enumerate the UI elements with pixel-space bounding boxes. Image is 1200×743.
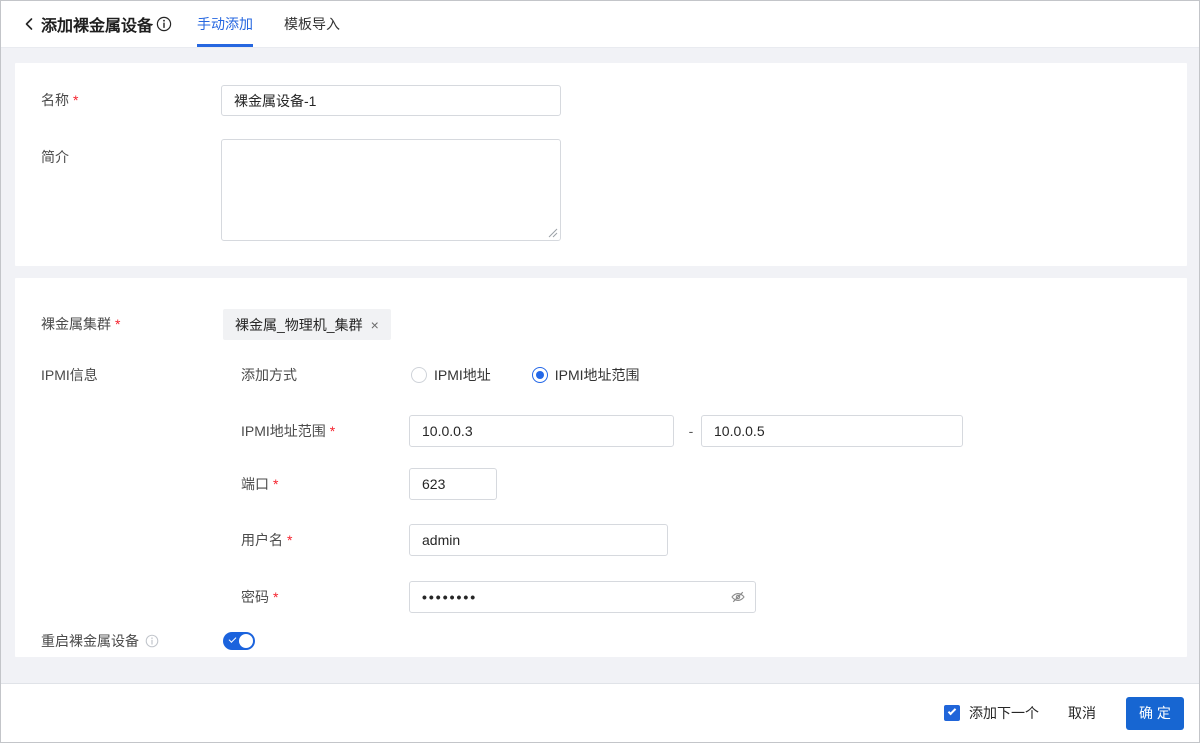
password-field-wrap xyxy=(409,581,756,613)
ipmi-range-start-input[interactable] xyxy=(409,415,674,447)
add-method-label: 添加方式 xyxy=(241,367,297,383)
tab-manual-add-label: 手动添加 xyxy=(197,16,253,32)
cluster-tag-label: 裸金属_物理机_集群 xyxy=(235,316,363,333)
add-next-checkbox-group[interactable]: 添加下一个 xyxy=(944,703,1039,723)
action-footer: 添加下一个 取消 确 定 xyxy=(1,683,1199,742)
tab-manual-add[interactable]: 手动添加 xyxy=(197,1,253,47)
radio-selected-icon xyxy=(531,367,548,383)
range-separator: - xyxy=(688,423,694,439)
toggle-knob xyxy=(239,634,253,648)
required-asterisk: * xyxy=(287,532,293,548)
ipmi-range-label: IPMI地址范围 * xyxy=(241,423,336,439)
info-circle-icon[interactable] xyxy=(156,16,172,32)
cluster-label: 裸金属集群 * xyxy=(41,316,121,332)
required-asterisk: * xyxy=(273,476,279,492)
radio-ipmi-address-label: IPMI地址 xyxy=(434,367,491,383)
port-input[interactable] xyxy=(409,468,497,500)
add-bare-metal-device-page: 添加裸金属设备 手动添加 模板导入 名称* 简介 xyxy=(0,0,1200,743)
required-asterisk: * xyxy=(73,92,79,108)
radio-ipmi-address-range[interactable]: IPMI地址范围 xyxy=(531,365,640,385)
back-button[interactable] xyxy=(19,14,39,34)
password-input[interactable] xyxy=(409,581,756,613)
checkbox-checked-icon[interactable] xyxy=(944,705,960,721)
cluster-tag: 裸金属_物理机_集群 × xyxy=(223,309,391,340)
radio-ipmi-address[interactable]: IPMI地址 xyxy=(411,365,491,385)
required-asterisk: * xyxy=(329,423,336,439)
restart-label: 重启裸金属设备 xyxy=(41,632,159,650)
cluster-ipmi-card: 裸金属集群 * 裸金属_物理机_集群 × IPMI信息 添加方式 IPMI地址 I… xyxy=(15,278,1187,657)
radio-ipmi-address-range-label: IPMI地址范围 xyxy=(554,367,640,383)
required-asterisk: * xyxy=(273,589,279,605)
name-label: 名称 * xyxy=(41,92,79,108)
cancel-button[interactable]: 取消 xyxy=(1068,703,1096,723)
add-method-radio-group: IPMI地址 IPMI地址范围 xyxy=(411,364,640,386)
tab-bar: 手动添加 模板导入 xyxy=(197,1,340,47)
eye-off-icon[interactable] xyxy=(730,589,746,605)
tab-template-import[interactable]: 模板导入 xyxy=(284,1,340,47)
ipmi-range-end-input[interactable] xyxy=(701,415,963,447)
required-asterisk: * xyxy=(115,316,121,332)
info-circle-icon[interactable] xyxy=(145,634,159,648)
description-field-wrap xyxy=(221,139,561,241)
username-label: 用户名 * xyxy=(241,532,293,548)
tab-template-import-label: 模板导入 xyxy=(284,16,340,32)
port-label: 端口 * xyxy=(241,476,279,492)
description-textarea[interactable] xyxy=(221,139,561,241)
restart-toggle[interactable] xyxy=(223,632,255,650)
username-input[interactable] xyxy=(409,524,668,556)
password-label: 密码 * xyxy=(241,589,279,605)
ipmi-section-label: IPMI信息 xyxy=(41,367,98,383)
page-title: 添加裸金属设备 xyxy=(41,1,172,47)
add-next-label: 添加下一个 xyxy=(969,705,1039,721)
radio-unselected-icon xyxy=(411,367,427,383)
page-header: 添加裸金属设备 手动添加 模板导入 xyxy=(1,1,1199,48)
confirm-button[interactable]: 确 定 xyxy=(1126,696,1184,730)
basic-info-card: 名称* 简介 xyxy=(15,63,1187,266)
chevron-left-icon xyxy=(25,18,33,30)
name-input[interactable] xyxy=(221,85,561,116)
page-title-text: 添加裸金属设备 xyxy=(41,18,154,35)
description-label: 简介 xyxy=(41,149,69,165)
tag-remove-icon[interactable]: × xyxy=(371,318,379,332)
toggle-check-icon xyxy=(228,635,237,643)
